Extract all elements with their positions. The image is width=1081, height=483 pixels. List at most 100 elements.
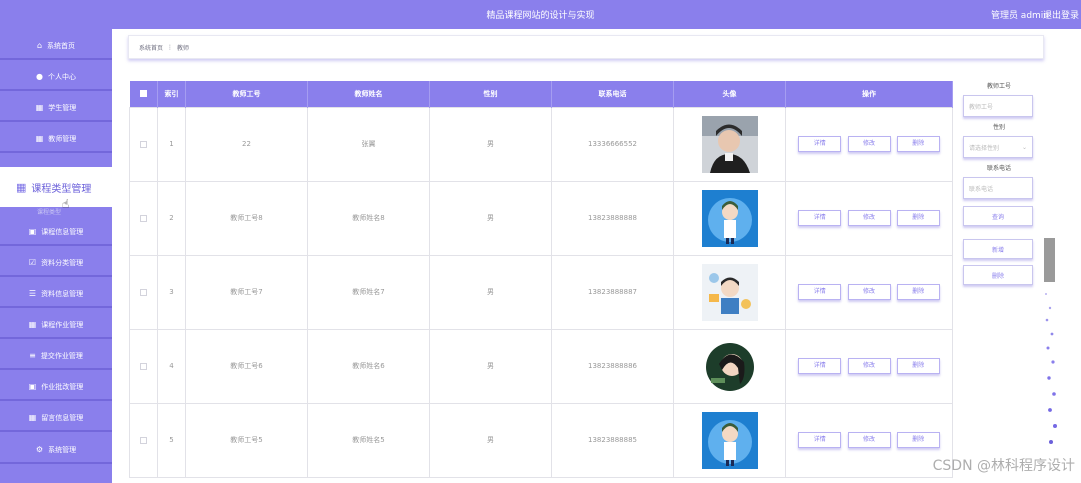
breadcrumb: 系统首页 ⋮ 教师 [128, 35, 1044, 59]
sidebar-item-profile[interactable]: ● 个人中心 [0, 62, 112, 91]
phone-placeholder: 联系电话 [969, 185, 994, 193]
top-bar: 精品课程网站的设计与实现 管理员 admin 退出登录 [0, 0, 1081, 29]
sidebar-item-label: 留言信息管理 [41, 413, 84, 422]
sidebar-item-label: 资料信息管理 [41, 289, 84, 298]
row-index: 2 [157, 180, 186, 256]
row-checkbox[interactable] [140, 214, 147, 222]
detail-button[interactable]: 详情 [798, 432, 842, 448]
avatar-illustration [701, 337, 758, 395]
avatar-photo [701, 115, 758, 173]
sidebar-item-label: 系统管理 [48, 445, 77, 454]
sidebar-item-messages[interactable]: ▦ 留言信息管理 [0, 403, 112, 432]
teacher-name: 教师姓名5 [307, 402, 430, 478]
select-all-header[interactable] [129, 81, 158, 107]
delete-button[interactable]: 删除 [896, 432, 940, 448]
breadcrumb-home[interactable]: 系统首页 [139, 43, 163, 52]
delete-button[interactable]: 删除 [896, 284, 940, 300]
row-index: 4 [157, 328, 186, 404]
row-checkbox[interactable] [140, 362, 147, 370]
detail-button[interactable]: 详情 [798, 358, 842, 374]
sidebar-item-system[interactable]: ⚙ 系统管理 [0, 435, 112, 464]
sidebar-item-students[interactable]: ▦ 学生管理 [0, 93, 112, 122]
teacher-id-label: 教师工号 [986, 83, 1011, 90]
edit-button[interactable]: 修改 [847, 284, 891, 300]
edit-button[interactable]: 修改 [847, 358, 891, 374]
app-title: 精品课程网站的设计与实现 [486, 11, 595, 21]
home-icon: ⌂ [36, 41, 43, 50]
detail-button[interactable]: 详情 [798, 136, 842, 152]
column-header: 联系电话 [551, 81, 674, 107]
edit-button[interactable]: 修改 [847, 432, 891, 448]
teacher-id: 教师工号8 [185, 180, 308, 256]
row-index: 5 [157, 402, 186, 478]
column-header: 操作 [785, 81, 953, 107]
settings-icon: ⚙ [35, 445, 44, 454]
sidebar-item-label: 系统首页 [47, 41, 76, 50]
grid-icon: ▦ [28, 320, 37, 329]
sidebar-item-course-homework[interactable]: ▦ 课程作业管理 [0, 310, 112, 339]
table-row: 3 教师工号7 教师姓名7 男 13823888887 详情 修改 删除 [129, 254, 953, 330]
column-header: 头像 [673, 81, 786, 107]
sidebar-item-label: 教师管理 [48, 134, 77, 143]
logout-link[interactable]: 退出登录 [1043, 8, 1079, 21]
sidebar-item-resource-categories[interactable]: ☑ 资料分类管理 [0, 248, 112, 277]
teacher-id: 教师工号5 [185, 402, 308, 478]
edit-button[interactable]: 修改 [847, 136, 891, 152]
sidebar-item-submissions[interactable]: ≡ 提交作业管理 [0, 341, 112, 370]
sidebar-item-grading[interactable]: ▣ 作业批改管理 [0, 372, 112, 401]
table-row: 1 22 张翼 男 13336666552 详情 修改 删除 [129, 106, 953, 182]
user-icon: ● [36, 72, 43, 81]
column-header: 索引 [157, 81, 186, 107]
sidebar-item-label: 课程类型管理 [31, 183, 92, 195]
scrollbar-thumb[interactable] [1044, 238, 1055, 282]
sidebar-item-course-info[interactable]: ▣ 课程信息管理 [0, 217, 112, 246]
row-checkbox[interactable] [140, 140, 147, 148]
teacher-name: 教师姓名6 [307, 328, 430, 404]
add-button[interactable]: 新增 [963, 239, 1033, 259]
search-panel: 教师工号 教师工号 性别 请选择性别 ⌄ 联系电话 联系电话 查询 新增 删除 [963, 81, 1035, 285]
gender-placeholder: 请选择性别 [969, 144, 1000, 152]
chevron-down-icon: ⌄ [1021, 143, 1027, 151]
row-checkbox[interactable] [140, 288, 147, 296]
table-row: 5 教师工号5 教师姓名5 男 13823888885 详情 修改 删除 [129, 402, 953, 478]
sidebar-item-label: 课程作业管理 [41, 320, 84, 329]
search-button[interactable]: 查询 [963, 206, 1033, 226]
sidebar-item-course-types[interactable]: ▦ 课程类型管理 [0, 167, 112, 207]
teacher-phone: 13823888888 [551, 180, 674, 256]
select-all-checkbox[interactable] [139, 90, 147, 98]
teacher-table: 索引 教师工号 教师姓名 性别 联系电话 头像 操作 1 22 张翼 男 133… [129, 81, 953, 478]
sidebar-item-label: 作业批改管理 [41, 382, 84, 391]
sidebar-subitem[interactable]: 课程类型 [37, 207, 61, 216]
row-checkbox[interactable] [140, 436, 147, 444]
row-index: 3 [157, 254, 186, 330]
sidebar-item-label: 资料分类管理 [41, 258, 84, 267]
table-row: 2 教师工号8 教师姓名8 男 13823888888 详情 修改 删除 [129, 180, 953, 256]
teacher-id: 教师工号6 [185, 328, 308, 404]
clipboard-icon: ▣ [28, 227, 37, 236]
phone-label: 联系电话 [986, 165, 1011, 172]
phone-input[interactable]: 联系电话 [963, 177, 1033, 199]
teacher-id-input[interactable]: 教师工号 [963, 95, 1033, 117]
teacher-id: 教师工号7 [185, 254, 308, 330]
gender-select[interactable]: 请选择性别 ⌄ [963, 136, 1033, 158]
sidebar-item-home[interactable]: ⌂ 系统首页 [0, 31, 112, 60]
decorative-dots [1045, 293, 1057, 444]
breadcrumb-current: 教师 [177, 44, 190, 52]
detail-button[interactable]: 详情 [798, 284, 842, 300]
delete-button[interactable]: 删除 [896, 136, 940, 152]
edit-button[interactable]: 修改 [847, 210, 891, 226]
avatar-illustration [701, 189, 758, 247]
teacher-gender: 男 [429, 328, 552, 404]
delete-button[interactable]: 删除 [896, 358, 940, 374]
grid-icon: ▦ [35, 134, 44, 143]
delete-button[interactable]: 删除 [896, 210, 940, 226]
bulk-delete-button[interactable]: 删除 [963, 265, 1033, 285]
sidebar-item-teachers[interactable]: ▦ 教师管理 [0, 124, 112, 153]
sidebar-item-label: 课程信息管理 [41, 227, 84, 236]
avatar-illustration [701, 263, 758, 321]
detail-button[interactable]: 详情 [798, 210, 842, 226]
sidebar-item-resource-info[interactable]: ☰ 资料信息管理 [0, 279, 112, 308]
sliders-icon: ☰ [28, 289, 37, 298]
teacher-phone: 13823888885 [551, 402, 674, 478]
teacher-gender: 男 [429, 402, 552, 478]
